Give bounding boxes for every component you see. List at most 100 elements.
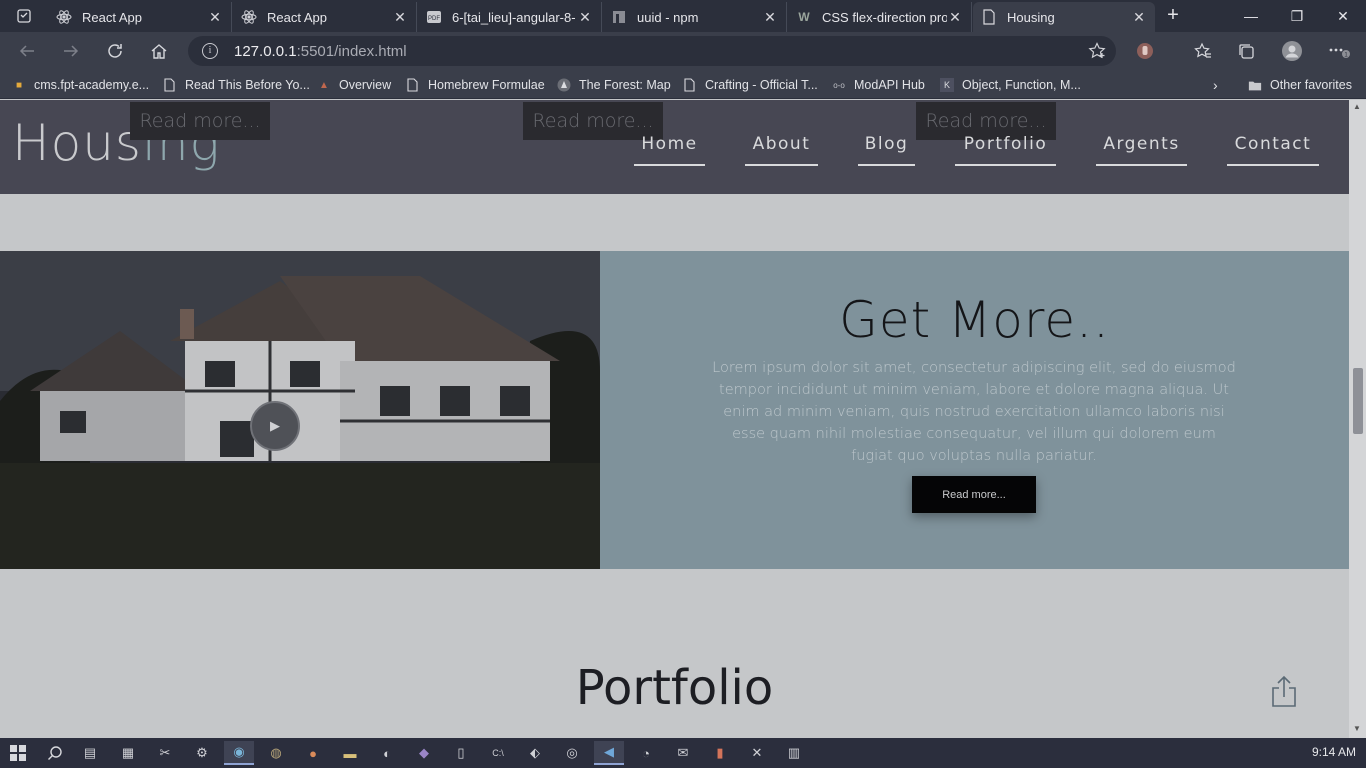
terminal-app[interactable]: C:\ (483, 741, 513, 765)
browser-tab[interactable]: PDF 6-[tai_lieu]-angular-8- ✕ (418, 2, 602, 32)
read-more-button[interactable]: Read more... (912, 476, 1036, 513)
calculator-icon: ▦ (121, 745, 135, 760)
site-header: Housing Read more... Read more... Read m… (0, 100, 1349, 194)
chrome-app[interactable]: ◍ (261, 741, 291, 765)
more-icon: 1 (1329, 48, 1350, 59)
firefox-icon: ● (309, 745, 317, 761)
bookmark-item[interactable]: Read This Before Yo... (163, 75, 310, 95)
read-more-button[interactable]: Read more... (130, 102, 270, 140)
nav-contact[interactable]: Contact (1227, 134, 1319, 166)
close-tab-icon[interactable]: ✕ (947, 9, 963, 26)
browser-tab[interactable]: W CSS flex-direction prop ✕ (788, 2, 972, 32)
bookmark-item[interactable]: K Object, Function, M... (940, 75, 1081, 95)
calculator-app[interactable]: ▦ (113, 741, 143, 765)
bookmark-item[interactable]: The Forest: Map (557, 75, 671, 95)
settings-menu-button[interactable]: 1 (1324, 37, 1354, 65)
mail-icon: ✉ (677, 745, 689, 760)
bookmark-item[interactable]: o-o ModAPI Hub (832, 75, 925, 95)
new-tab-button[interactable]: + (1160, 4, 1186, 28)
profile-button[interactable] (1277, 37, 1307, 65)
browser-tab[interactable]: React App ✕ (233, 2, 417, 32)
snipping-app[interactable]: ✂ (150, 741, 180, 765)
bookmarks-bar: ■ cms.fpt-academy.e... Read This Before … (0, 70, 1366, 99)
tab-title: uuid - npm (637, 9, 699, 25)
git-app[interactable]: ⬖ (520, 741, 550, 765)
vscode-app[interactable]: ◀ (594, 741, 624, 765)
flame-icon: ▲ (319, 79, 329, 91)
refresh-button[interactable] (100, 37, 130, 65)
url-path: :5501/index.html (296, 42, 407, 60)
minimize-button[interactable]: — (1228, 0, 1274, 32)
nav-argents[interactable]: Argents (1096, 134, 1187, 166)
collections-button[interactable] (1231, 37, 1261, 65)
forward-button[interactable] (56, 37, 86, 65)
edge-app[interactable]: ◉ (224, 741, 254, 765)
app-button[interactable]: ◐ (372, 741, 402, 765)
nav-blog[interactable]: Blog (858, 134, 915, 166)
house-video-thumbnail[interactable]: ▶ (0, 251, 600, 569)
w3schools-icon: W (798, 10, 810, 24)
bookmark-item[interactable]: Crafting - Official T... (683, 75, 818, 95)
notepad-app[interactable]: ▯ (446, 741, 476, 765)
nav-about[interactable]: About (745, 134, 818, 166)
add-favorite-icon[interactable] (1088, 42, 1106, 64)
bookmark-label: cms.fpt-academy.e... (34, 78, 150, 92)
back-button[interactable] (12, 37, 42, 65)
close-tab-icon[interactable]: ✕ (207, 9, 223, 26)
close-tab-icon[interactable]: ✕ (762, 9, 778, 26)
chrome-icon: ◍ (270, 745, 282, 760)
bookmark-label: Overview (339, 78, 392, 92)
share-button[interactable] (1270, 674, 1298, 708)
close-window-button[interactable]: ✕ (1320, 0, 1366, 32)
restore-button[interactable]: ❐ (1274, 0, 1320, 32)
file-explorer-app[interactable]: ▬ (335, 741, 365, 765)
search-button[interactable] (40, 741, 70, 765)
bookmark-item[interactable]: ■ cms.fpt-academy.e... (12, 75, 149, 95)
app-button[interactable]: ▥ (779, 741, 809, 765)
tab-title: CSS flex-direction prop (822, 9, 947, 25)
terminal-icon: C:\ (492, 748, 504, 758)
mail-app[interactable]: ✉ (668, 741, 698, 765)
play-button[interactable]: ▶ (250, 401, 300, 451)
xampp-app[interactable]: ✕ (742, 741, 772, 765)
browser-tab[interactable]: uuid - npm ✕ (603, 2, 787, 32)
play-icon: ▶ (270, 418, 280, 433)
office-app[interactable]: ▮ (705, 741, 735, 765)
edge-icon: ◉ (233, 744, 245, 759)
close-tab-icon[interactable]: ✕ (1131, 9, 1147, 26)
postman-app[interactable]: ◔ (631, 741, 661, 765)
extension-button[interactable] (1130, 37, 1160, 65)
home-button[interactable] (144, 37, 174, 65)
browser-tab-active[interactable]: Housing ✕ (973, 2, 1155, 32)
close-tab-icon[interactable]: ✕ (577, 9, 593, 26)
start-button[interactable] (3, 741, 33, 765)
taskbar-clock[interactable]: 9:14 AM (1312, 745, 1356, 759)
site-info-icon[interactable]: i (202, 43, 218, 59)
logo-main: Hous (12, 114, 142, 172)
bookmark-item[interactable]: Homebrew Formulae (406, 75, 545, 95)
close-tab-icon[interactable]: ✕ (392, 9, 408, 26)
github-app[interactable]: ◎ (557, 741, 587, 765)
page-scrollbar[interactable]: ▲ ▼ (1349, 100, 1366, 738)
nav-home[interactable]: Home (634, 134, 705, 166)
settings-app[interactable]: ⚙ (187, 741, 217, 765)
scroll-down-icon[interactable]: ▼ (1353, 724, 1361, 733)
page-icon (163, 78, 177, 92)
firefox-app[interactable]: ● (298, 741, 328, 765)
bookmark-item[interactable]: ▲ Overview (317, 75, 391, 95)
bookmark-label: The Forest: Map (579, 78, 671, 92)
address-bar[interactable]: i 127.0.0.1 :5501/index.html (188, 36, 1116, 66)
nav-portfolio[interactable]: Portfolio (955, 134, 1056, 166)
tab-title: Housing (1007, 9, 1055, 25)
feature-title: Get More.. (839, 291, 1110, 349)
bookmarks-overflow-button[interactable]: › (1213, 75, 1218, 95)
xampp-icon: ✕ (751, 745, 763, 760)
other-favorites-folder[interactable]: Other favorites (1248, 75, 1352, 95)
visual-studio-app[interactable]: ◆ (409, 741, 439, 765)
scrollbar-thumb[interactable] (1353, 368, 1363, 434)
tab-actions-button[interactable] (0, 0, 48, 32)
scroll-up-icon[interactable]: ▲ (1353, 102, 1361, 111)
browser-tab[interactable]: React App ✕ (48, 2, 232, 32)
favorites-button[interactable] (1188, 37, 1218, 65)
task-view-button[interactable]: ▤ (75, 741, 105, 765)
